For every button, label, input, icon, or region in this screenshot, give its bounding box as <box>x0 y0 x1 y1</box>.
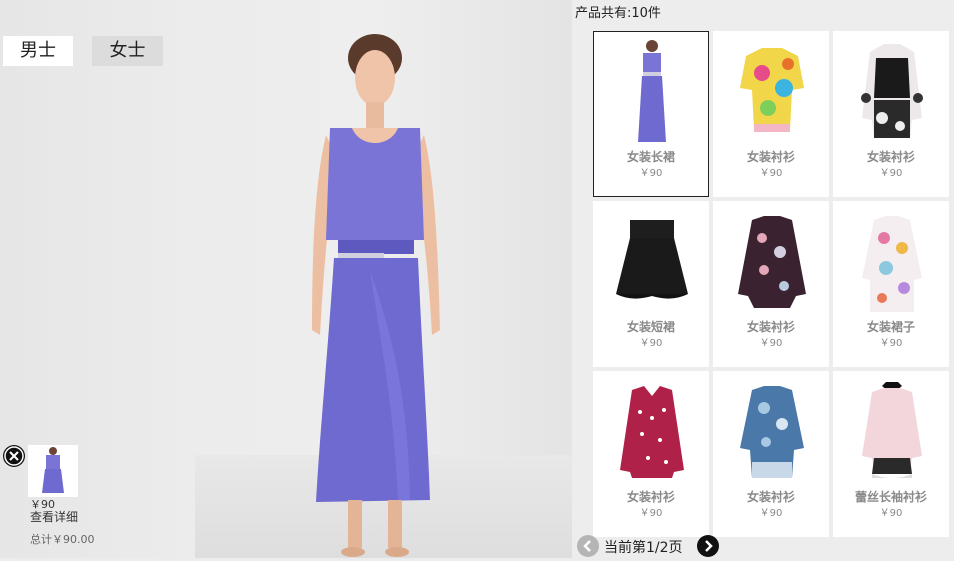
floral-longsleeve-shirt-icon <box>738 216 806 308</box>
chevron-left-icon <box>583 540 591 552</box>
floral-dress-icon <box>862 216 922 312</box>
product-name: 女装裙子 <box>866 320 915 334</box>
cart-item-thumbnail[interactable] <box>28 445 78 497</box>
pink-lace-longsleeve-shirt-icon <box>862 382 922 478</box>
product-name: 女装长裙 <box>626 150 675 164</box>
purple-long-dress-icon <box>638 40 666 142</box>
product-card[interactable]: 女装长裙 ￥90 <box>593 31 709 197</box>
product-card[interactable]: 女装衬衫 ￥90 <box>833 31 949 197</box>
colorful-print-shirt-icon <box>740 48 804 132</box>
product-price: ￥90 <box>879 168 903 179</box>
blue-print-shirt-icon <box>740 386 804 478</box>
red-polka-dot-shirt-icon <box>620 384 684 478</box>
product-price: ￥90 <box>759 168 783 179</box>
product-name: 女装衬衫 <box>866 150 915 164</box>
product-price: ￥90 <box>639 338 663 349</box>
product-card[interactable]: 女装裙子 ￥90 <box>833 201 949 367</box>
product-name: 女装衬衫 <box>746 490 795 504</box>
product-name: 女装短裙 <box>626 320 675 334</box>
pagination: 当前第1/2页 <box>577 535 777 557</box>
product-name: 蕾丝长袖衬衫 <box>854 490 927 504</box>
product-card[interactable]: 女装短裙 ￥90 <box>593 201 709 367</box>
next-page-button[interactable] <box>697 535 719 557</box>
purple-dress-icon <box>42 447 64 493</box>
product-price: ￥90 <box>879 508 903 519</box>
product-count: 产品共有:10件 <box>575 6 661 21</box>
product-price: ￥90 <box>639 508 663 519</box>
product-price: ￥90 <box>879 338 903 349</box>
product-price: ￥90 <box>639 168 663 179</box>
tab-men[interactable]: 男士 <box>3 36 73 66</box>
product-card[interactable]: 女装衬衫 ￥90 <box>593 371 709 537</box>
black-flared-skirt-icon <box>616 220 688 299</box>
tab-women[interactable]: 女士 <box>92 36 163 66</box>
product-card[interactable]: 女装衬衫 ￥90 <box>713 201 829 367</box>
product-price: ￥90 <box>759 508 783 519</box>
product-name: 女装衬衫 <box>746 320 795 334</box>
product-card[interactable]: 女装衬衫 ￥90 <box>713 371 829 537</box>
product-price: ￥90 <box>759 338 783 349</box>
view-details-link[interactable]: 查看详细 <box>30 508 78 525</box>
chevron-right-icon <box>705 540 713 552</box>
product-card[interactable]: 女装衬衫 ￥90 <box>713 31 829 197</box>
product-name: 女装衬衫 <box>746 150 795 164</box>
product-name: 女装衬衫 <box>626 490 675 504</box>
product-panel: 产品共有:10件 女装长裙 ￥90 女装衬衫 ￥90 女装衬衫 ￥90 女装短裙… <box>572 0 954 558</box>
product-grid: 女装长裙 ￥90 女装衬衫 ￥90 女装衬衫 ￥90 女装短裙 ￥90 女装衬衫… <box>593 31 951 537</box>
black-floral-blouse-icon <box>861 44 923 138</box>
prev-page-button[interactable] <box>577 535 599 557</box>
model-figure <box>312 34 440 557</box>
close-icon[interactable] <box>3 445 25 467</box>
cart-total: 总计￥90.00 <box>30 533 95 546</box>
page-indicator: 当前第1/2页 <box>604 540 683 556</box>
product-card[interactable]: 蕾丝长袖衬衫 ￥90 <box>833 371 949 537</box>
fitting-stage: 男士 女士 ￥90 查看详细 总计￥90.00 <box>0 0 572 558</box>
